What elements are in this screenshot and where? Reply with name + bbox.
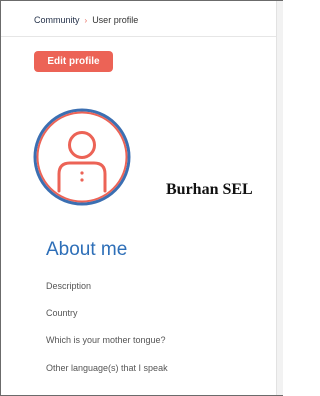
description-label: Description — [46, 281, 92, 291]
profile-page: Community › User profile Edit profile Bu… — [0, 0, 283, 396]
mother-tongue-label: Which is your mother tongue? — [46, 335, 166, 345]
breadcrumb-separator-icon: › — [84, 15, 88, 25]
other-languages-label: Other language(s) that I speak — [46, 363, 168, 373]
profile-name: Burhan SEL — [166, 181, 253, 198]
country-label: Country — [46, 308, 78, 318]
edit-profile-button[interactable]: Edit profile — [34, 51, 113, 72]
about-me-heading: About me — [46, 239, 128, 260]
top-bar: Community › User profile — [1, 1, 276, 37]
breadcrumb: Community › User profile — [34, 15, 138, 25]
user-avatar-icon — [33, 108, 131, 206]
scrollbar[interactable] — [276, 1, 283, 395]
breadcrumb-current: User profile — [92, 15, 139, 25]
breadcrumb-community-link[interactable]: Community — [34, 15, 80, 25]
